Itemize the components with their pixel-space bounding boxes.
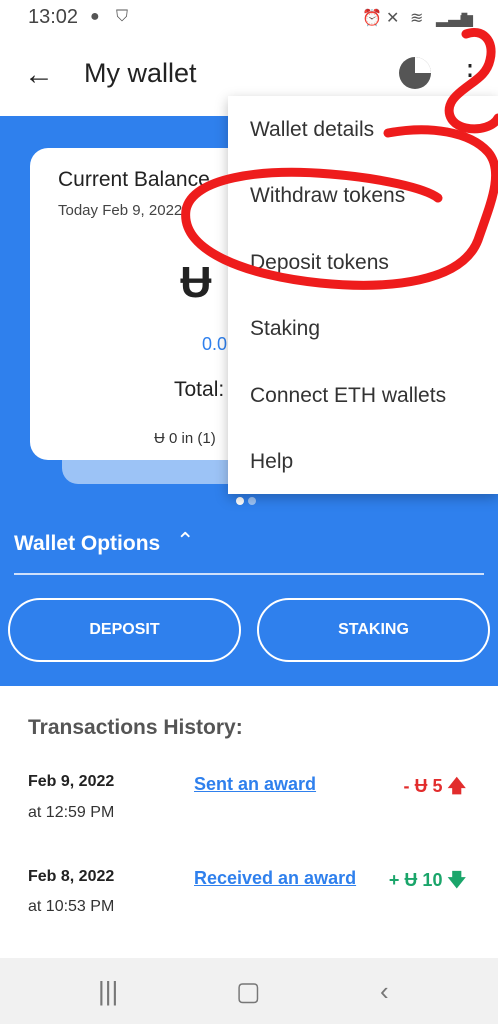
menu-item-deposit-tokens[interactable]: Deposit tokens bbox=[250, 251, 389, 275]
deposit-button[interactable]: DEPOSIT bbox=[8, 598, 241, 662]
alarm-icon: ⏰ bbox=[362, 10, 382, 27]
wifi-icon: ≋ bbox=[410, 10, 424, 27]
status-bar: 13:02 ● ⛉ ⏰ ✕ ≋ ▂▃▅ ▮ bbox=[0, 0, 498, 36]
menu-item-staking[interactable]: Staking bbox=[250, 317, 320, 341]
battery-icon: ▮ bbox=[460, 10, 469, 27]
carousel-dot-active bbox=[236, 497, 244, 505]
total-label: Total: bbox=[174, 378, 225, 401]
overflow-menu: Wallet details Withdraw tokens Deposit t… bbox=[228, 96, 498, 494]
transactions-title: Transactions History: bbox=[28, 716, 243, 739]
menu-item-withdraw-tokens[interactable]: Withdraw tokens bbox=[250, 184, 405, 208]
pie-chart-icon[interactable] bbox=[398, 56, 432, 90]
page-title: My wallet bbox=[84, 58, 197, 88]
arrow-up-icon: 🡅 bbox=[447, 776, 466, 796]
tx-date: Feb 9, 2022 bbox=[28, 773, 115, 790]
staking-button[interactable]: STAKING bbox=[257, 598, 490, 662]
tx-description-link[interactable]: Received an award bbox=[194, 868, 356, 889]
tx-amount: - Ʉ 5 🡅 bbox=[403, 776, 466, 796]
divider bbox=[14, 573, 484, 575]
skype-icon: ● bbox=[90, 8, 100, 25]
back-icon[interactable]: ‹ bbox=[380, 976, 389, 1007]
tx-time: at 10:53 PM bbox=[28, 898, 115, 915]
carousel-indicator bbox=[236, 492, 260, 510]
recent-apps-icon[interactable]: ||| bbox=[98, 976, 118, 1007]
more-options-icon[interactable]: ⋮ bbox=[456, 58, 484, 91]
coin-symbol-icon: Ʉ bbox=[180, 258, 212, 307]
balance-in-text: Ʉ 0 in (1) bbox=[154, 430, 216, 447]
arrow-down-icon: 🡇 bbox=[447, 870, 466, 890]
menu-item-wallet-details[interactable]: Wallet details bbox=[250, 118, 374, 142]
status-time: 13:02 bbox=[28, 6, 79, 28]
carousel-dot bbox=[248, 497, 256, 505]
home-icon[interactable]: ▢ bbox=[236, 976, 261, 1007]
chevron-up-icon[interactable]: ⌃ bbox=[176, 528, 194, 554]
tx-date: Feb 8, 2022 bbox=[28, 868, 115, 885]
tx-description-link[interactable]: Sent an award bbox=[194, 774, 316, 795]
tx-time: at 12:59 PM bbox=[28, 804, 115, 821]
menu-item-connect-eth[interactable]: Connect ETH wallets bbox=[250, 384, 446, 408]
mute-icon: ✕ bbox=[386, 10, 400, 27]
balance-date: Today Feb 9, 2022 bbox=[58, 202, 183, 219]
balance-value: 0.0 bbox=[202, 334, 228, 354]
balance-label: Current Balance bbox=[58, 168, 210, 191]
back-arrow-icon[interactable]: ← bbox=[24, 58, 54, 92]
tx-amount: + Ʉ 10 🡇 bbox=[388, 870, 466, 890]
menu-item-help[interactable]: Help bbox=[250, 450, 293, 474]
wallet-options-title[interactable]: Wallet Options bbox=[14, 532, 160, 556]
shield-icon: ⛉ bbox=[116, 8, 129, 25]
system-nav-bar: ||| ▢ ‹ bbox=[0, 958, 498, 1024]
